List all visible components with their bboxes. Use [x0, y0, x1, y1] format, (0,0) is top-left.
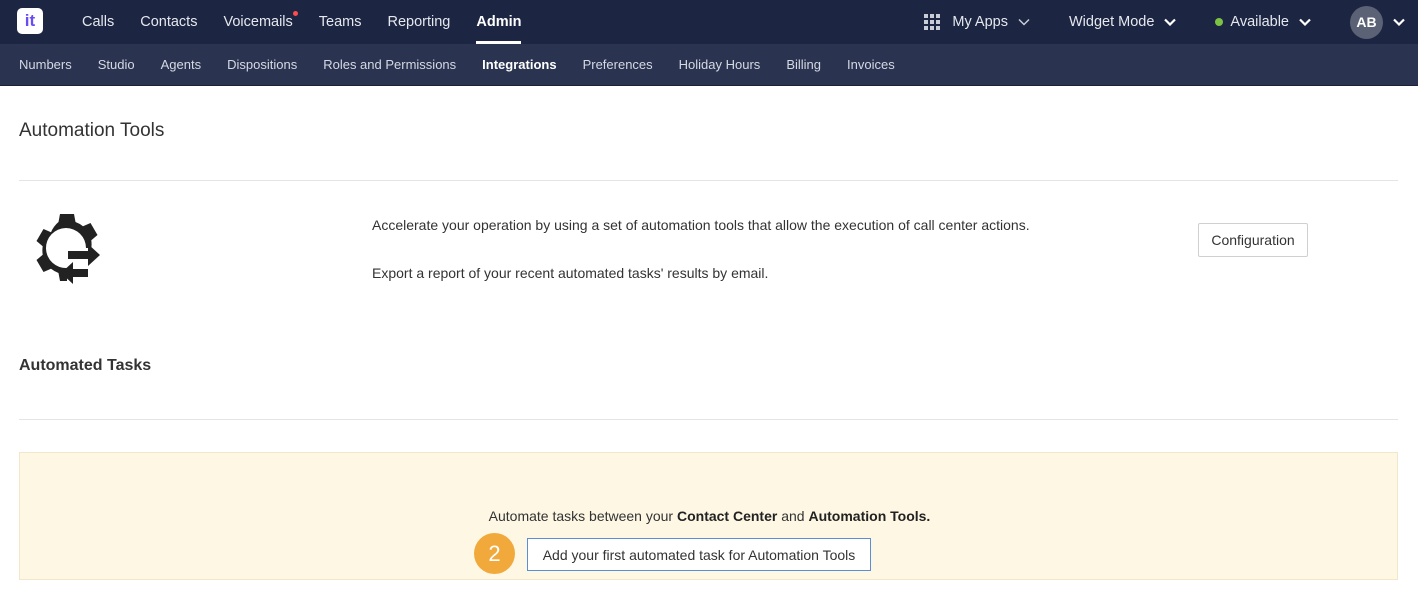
nav-calls-label: Calls: [82, 14, 115, 30]
nav-reporting[interactable]: Reporting: [375, 0, 464, 44]
nav-voicemails-label: Voicemails: [223, 14, 293, 30]
subnav-integrations[interactable]: Integrations: [469, 44, 569, 86]
main-nav: Calls Contacts Voicemails Teams Reportin…: [69, 0, 534, 44]
empty-state-banner: Automate tasks between your Contact Cent…: [19, 452, 1398, 580]
avatar: AB: [1350, 5, 1383, 39]
nav-teams-label: Teams: [318, 14, 362, 30]
chevron-down-icon: [1163, 15, 1177, 29]
user-menu[interactable]: AB: [1350, 5, 1406, 39]
status-indicator: [1215, 18, 1224, 26]
banner-text-prefix: Automate tasks between your: [488, 508, 677, 524]
subnav-agents[interactable]: Agents: [148, 44, 214, 86]
banner-text: Automate tasks between your Contact Cent…: [20, 508, 1399, 524]
status-menu[interactable]: Available: [1215, 14, 1312, 30]
page-title: Automation Tools: [19, 120, 165, 141]
chevron-down-icon: [1298, 15, 1312, 29]
nav-voicemails[interactable]: Voicemails: [210, 0, 305, 44]
subnav-roles-permissions[interactable]: Roles and Permissions: [310, 44, 469, 86]
banner-contact-center: Contact Center: [676, 508, 778, 524]
nav-admin-label: Admin: [476, 14, 522, 30]
nav-contacts[interactable]: Contacts: [127, 0, 210, 44]
right-nav: My Apps Widget Mode Available AB: [924, 0, 1418, 44]
subnav-holiday-hours[interactable]: Holiday Hours: [666, 44, 774, 86]
nav-admin[interactable]: Admin: [463, 0, 534, 44]
widget-mode-label: Widget Mode: [1068, 14, 1155, 30]
nav-reporting-label: Reporting: [387, 14, 451, 30]
status-label: Available: [1230, 14, 1289, 30]
subnav-preferences[interactable]: Preferences: [570, 44, 666, 86]
my-apps-menu[interactable]: My Apps: [924, 14, 1031, 30]
subnav-studio[interactable]: Studio: [85, 44, 148, 86]
apps-grid-icon: [924, 14, 941, 30]
nav-calls[interactable]: Calls: [69, 0, 127, 44]
widget-mode-menu[interactable]: Widget Mode: [1069, 14, 1177, 30]
divider: [19, 419, 1398, 420]
gear-sync-icon: [36, 214, 100, 284]
step-number-badge: 2: [474, 533, 515, 574]
top-navigation-bar: it Calls Contacts Voicemails Teams Repor…: [0, 0, 1418, 44]
subnav-billing[interactable]: Billing: [773, 44, 834, 86]
nav-teams[interactable]: Teams: [306, 0, 375, 44]
my-apps-label: My Apps: [952, 14, 1008, 30]
description-automation: Accelerate your operation by using a set…: [372, 217, 1030, 233]
banner-automation-tools: Automation Tools.: [808, 508, 931, 524]
configuration-button[interactable]: Configuration: [1198, 223, 1308, 257]
nav-contacts-label: Contacts: [140, 14, 198, 30]
automated-tasks-title: Automated Tasks: [19, 357, 152, 374]
app-logo[interactable]: it: [17, 8, 43, 34]
divider: [19, 180, 1398, 181]
banner-text-mid: and: [777, 508, 809, 524]
subnav-numbers[interactable]: Numbers: [6, 44, 85, 86]
chevron-down-icon: [1392, 15, 1406, 29]
description-export: Export a report of your recent automated…: [372, 265, 769, 281]
subnav-dispositions[interactable]: Dispositions: [214, 44, 310, 86]
subnav-invoices[interactable]: Invoices: [834, 44, 908, 86]
chevron-down-icon: [1017, 15, 1031, 29]
notification-dot: [292, 11, 298, 16]
add-automated-task-button[interactable]: Add your first automated task for Automa…: [527, 538, 871, 571]
sub-navigation-bar: Numbers Studio Agents Dispositions Roles…: [0, 44, 1418, 86]
